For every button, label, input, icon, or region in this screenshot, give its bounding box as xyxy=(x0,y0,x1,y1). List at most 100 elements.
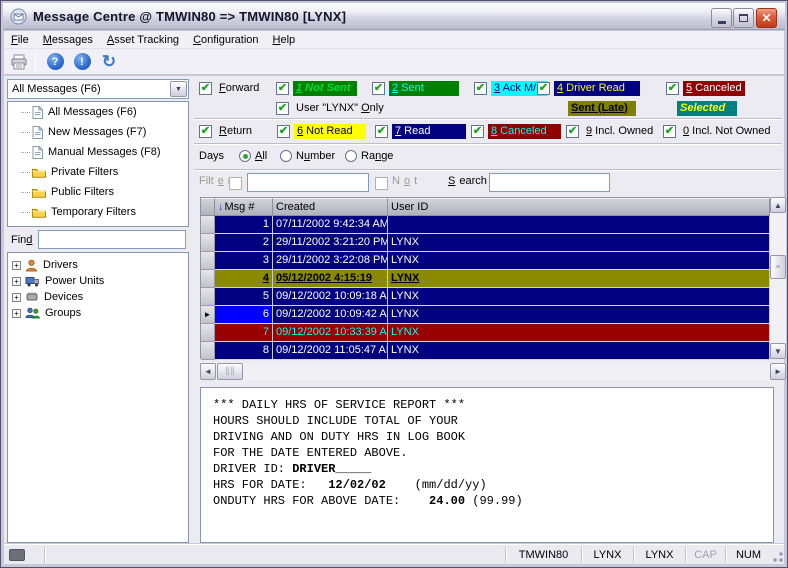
radio-days-range[interactable]: Range xyxy=(345,148,393,164)
title-bar[interactable]: Message Centre @ TMWIN80 => TMWIN80 [LYN… xyxy=(3,3,785,30)
sidebar-item-all-messages-f6[interactable]: All Messages (F6) xyxy=(8,102,188,122)
vertical-scrollbar[interactable]: ▲ ≡ ▼ xyxy=(770,197,786,359)
expand-icon[interactable]: + xyxy=(12,309,21,318)
checkbox-1-not-sent[interactable]: ✔ xyxy=(276,82,289,95)
column-header-user-id[interactable]: User ID xyxy=(388,198,770,216)
cell-msg-number: 3 xyxy=(215,252,273,270)
filter-5-canceled: ✔ 5 Canceled xyxy=(666,80,745,96)
checkbox-7-read[interactable]: ✔ xyxy=(375,125,388,138)
menu-help[interactable]: Help xyxy=(266,32,303,48)
menu-messages[interactable]: Messages xyxy=(36,32,100,48)
message-row-5[interactable]: 5 09/12/2002 10:09:18 AM LYNX xyxy=(201,288,770,306)
scroll-down-icon[interactable]: ▼ xyxy=(770,343,786,359)
sidebar-item-power-units[interactable]: + Power Units xyxy=(8,273,188,289)
checkbox-user-lynx-only[interactable]: ✔ xyxy=(276,102,289,115)
horizontal-scroll-thumb[interactable]: ║║ xyxy=(217,363,243,380)
row-selector[interactable] xyxy=(201,288,215,306)
tree-guide xyxy=(21,172,30,173)
row-selector[interactable] xyxy=(201,324,215,342)
minimize-button[interactable] xyxy=(711,8,732,28)
not-label: Not xyxy=(392,173,417,189)
asset-tree: + Drivers + Power Units + Devices + Grou… xyxy=(7,252,189,543)
checkbox-return[interactable]: ✔ xyxy=(199,125,212,138)
close-button[interactable]: ✕ xyxy=(756,8,777,28)
tree-item-label: Drivers xyxy=(43,259,78,271)
find-input[interactable] xyxy=(38,230,186,249)
checkbox-forward[interactable]: ✔ xyxy=(199,82,212,95)
checkbox-6-not-read[interactable]: ✔ xyxy=(277,125,290,138)
message-row-7[interactable]: 7 09/12/2002 10:33:39 AM LYNX xyxy=(201,324,770,342)
row-selector[interactable] xyxy=(201,234,215,252)
expand-icon[interactable]: + xyxy=(12,293,21,302)
badge-selected: Selected xyxy=(673,100,737,116)
label-4-driver-read: 4 Driver Read xyxy=(554,81,640,96)
message-row-6[interactable]: ► 6 09/12/2002 10:09:42 AM LYNX xyxy=(201,306,770,324)
checkbox-8-canceled[interactable]: ✔ xyxy=(471,125,484,138)
cell-created: 09/12/2002 10:09:42 AM xyxy=(273,306,388,324)
checkbox-0-incl-not-owned[interactable]: ✔ xyxy=(663,125,676,138)
menu-configuration[interactable]: Configuration xyxy=(186,32,265,48)
tree-item-label: Manual Messages (F8) xyxy=(48,146,161,158)
user-panel: LYNX xyxy=(633,547,685,563)
sidebar-item-private-filters[interactable]: Private Filters xyxy=(8,162,188,182)
message-row-8[interactable]: 8 09/12/2002 11:05:47 AM LYNX xyxy=(201,342,770,360)
row-selector[interactable] xyxy=(201,216,215,234)
resize-grip[interactable] xyxy=(771,547,784,563)
row-selector[interactable] xyxy=(201,342,215,360)
scroll-up-icon[interactable]: ▲ xyxy=(770,197,786,213)
checkbox-3-ack-m-u[interactable]: ✔ xyxy=(474,82,487,95)
not-checkbox[interactable] xyxy=(375,177,388,190)
menu-file[interactable]: File xyxy=(4,32,36,48)
row-selector[interactable]: ► xyxy=(201,306,215,324)
checkbox-9-incl-owned[interactable]: ✔ xyxy=(566,125,579,138)
checkbox-5-canceled[interactable]: ✔ xyxy=(666,82,679,95)
sidebar-item-drivers[interactable]: + Drivers xyxy=(8,257,188,273)
chevron-down-icon[interactable]: ▼ xyxy=(170,81,187,97)
sidebar-item-groups[interactable]: + Groups xyxy=(8,305,188,321)
menu-asset-tracking[interactable]: Asset Tracking xyxy=(100,32,186,48)
maximize-button[interactable] xyxy=(733,8,754,28)
expand-icon[interactable]: + xyxy=(12,261,21,270)
message-row-3[interactable]: 3 29/11/2002 3:22:08 PM LYNX xyxy=(201,252,770,270)
right-panel: ✔ Forward ✔ 1 Not Sent ✔ 2 Sent ✔ 3 Ack … xyxy=(192,76,784,543)
label-user-lynx-only: User "LYNX" Only xyxy=(293,101,387,116)
column-header-created[interactable]: Created xyxy=(273,198,388,216)
radio-days-number[interactable]: Number xyxy=(280,148,335,164)
message-row-1[interactable]: 1 07/11/2002 9:42:34 AM xyxy=(201,216,770,234)
search-label: Search xyxy=(448,173,487,189)
search-input[interactable] xyxy=(489,173,610,192)
cell-created: 07/11/2002 9:42:34 AM xyxy=(273,216,388,234)
message-row-4[interactable]: 4 05/12/2002 4:15:19 LYNX xyxy=(201,270,770,288)
print-button[interactable] xyxy=(7,51,31,73)
checkbox-4-driver-read[interactable]: ✔ xyxy=(537,82,550,95)
checkbox-2-sent[interactable]: ✔ xyxy=(372,82,385,95)
document-icon xyxy=(32,106,43,119)
row-selector[interactable] xyxy=(201,270,215,288)
radio-days-all[interactable]: All xyxy=(239,148,267,164)
message-row-2[interactable]: 2 29/11/2002 3:21:20 PM LYNX xyxy=(201,234,770,252)
expand-icon[interactable]: + xyxy=(12,277,21,286)
sidebar-item-devices[interactable]: + Devices xyxy=(8,289,188,305)
cell-msg-number: 7 xyxy=(215,324,273,342)
sidebar-item-temporary-filters[interactable]: Temporary Filters xyxy=(8,202,188,222)
message-filter-combobox[interactable]: All Messages (F6) ▼ xyxy=(7,79,189,99)
filter-checkbox[interactable] xyxy=(229,177,242,190)
cell-msg-number: 4 xyxy=(215,270,273,288)
sidebar-item-manual-messages-f8[interactable]: Manual Messages (F8) xyxy=(8,142,188,162)
horizontal-scrollbar[interactable]: ◄ ║║ ► xyxy=(200,363,786,380)
scroll-right-icon[interactable]: ► xyxy=(770,363,786,380)
tree-item-label: All Messages (F6) xyxy=(48,106,137,118)
scroll-left-icon[interactable]: ◄ xyxy=(200,363,216,380)
label-0-incl-not-owned: 0 Incl. Not Owned xyxy=(680,124,773,139)
help-button[interactable]: ? xyxy=(43,51,67,73)
filter-6-not-read: ✔ 6 Not Read xyxy=(277,123,366,139)
info-button[interactable]: ! xyxy=(70,51,94,73)
sidebar-item-new-messages-f7[interactable]: New Messages (F7) xyxy=(8,122,188,142)
refresh-button[interactable]: ↻ xyxy=(97,51,121,73)
filter-input[interactable] xyxy=(247,173,369,192)
column-header-msg[interactable]: ↓Msg # xyxy=(215,198,273,216)
row-selector[interactable] xyxy=(201,252,215,270)
toolbar: ? ! ↻ xyxy=(4,49,784,75)
vertical-scroll-thumb[interactable]: ≡ xyxy=(770,255,786,279)
sidebar-item-public-filters[interactable]: Public Filters xyxy=(8,182,188,202)
